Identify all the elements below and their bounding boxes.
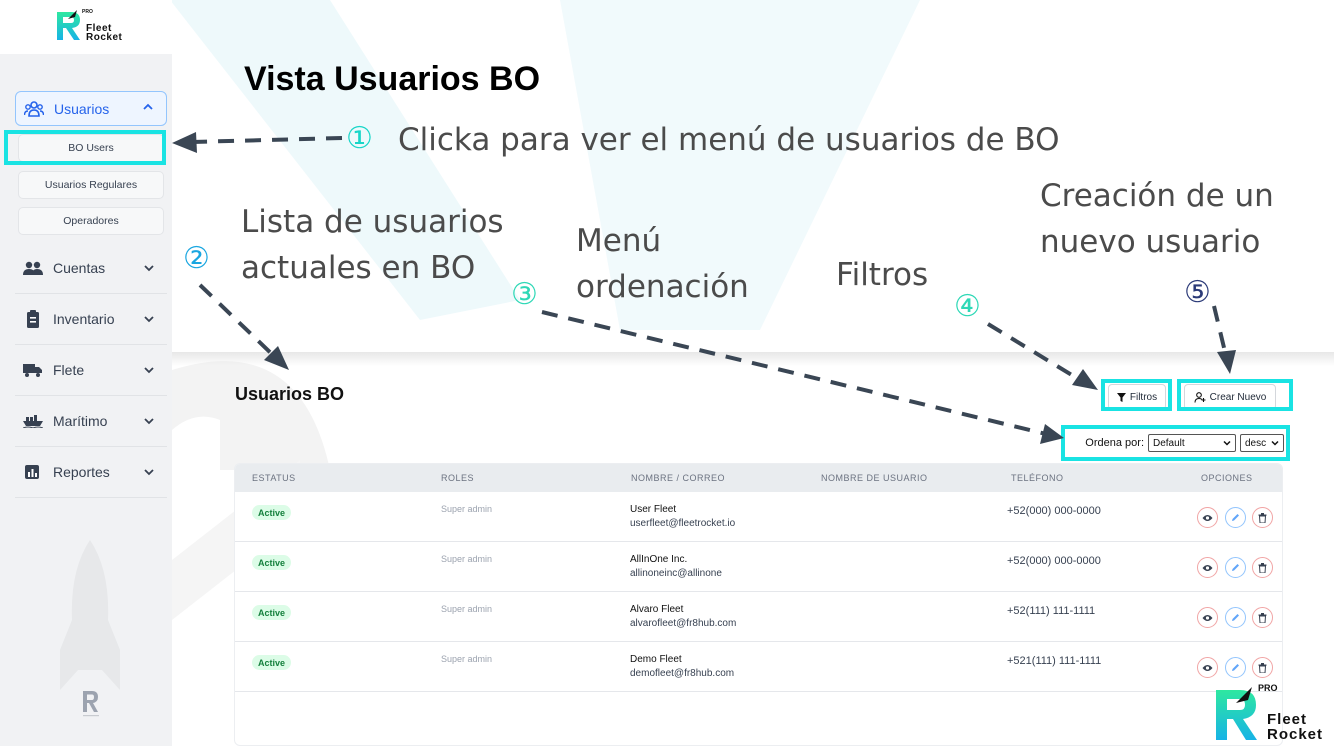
fleet-rocket-corner-logo-icon: [1216, 687, 1257, 740]
annotation-number-5: ⑤: [1184, 275, 1211, 310]
annotation-3-line1: Menú: [576, 223, 662, 259]
annotation-text-5: Creación de un nuevo usuario: [1040, 173, 1274, 265]
corner-logo-line2: Rocket: [1267, 726, 1324, 743]
annotation-arrows: [172, 132, 1236, 444]
corner-logo-pro: PRO: [1258, 683, 1278, 693]
annotation-3-line2: ordenación: [576, 269, 749, 305]
annotation-number-3: ③: [511, 277, 538, 312]
annotation-text-1: Clicka para ver el menú de usuarios de B…: [398, 122, 1060, 158]
annotation-text-2: Lista de usuarios actuales en BO: [241, 199, 504, 291]
annotation-5-line2: nuevo usuario: [1040, 224, 1261, 260]
annotation-number-2: ②: [183, 241, 210, 276]
annotation-number-1: ①: [346, 121, 373, 156]
corner-logo-line1: Fleet: [1267, 711, 1308, 728]
annotation-number-4: ④: [954, 289, 981, 324]
annotation-5-line1: Creación de un: [1040, 178, 1274, 214]
annotation-2-line1: Lista de usuarios: [241, 204, 504, 240]
annotation-text-3: Menú ordenación: [576, 218, 749, 310]
annotation-2-line2: actuales en BO: [241, 250, 476, 286]
slide-title: Vista Usuarios BO: [244, 60, 541, 98]
annotation-text-4: Filtros: [836, 257, 929, 293]
corner-logo-wordmark: Fleet Rocket: [1267, 712, 1323, 742]
